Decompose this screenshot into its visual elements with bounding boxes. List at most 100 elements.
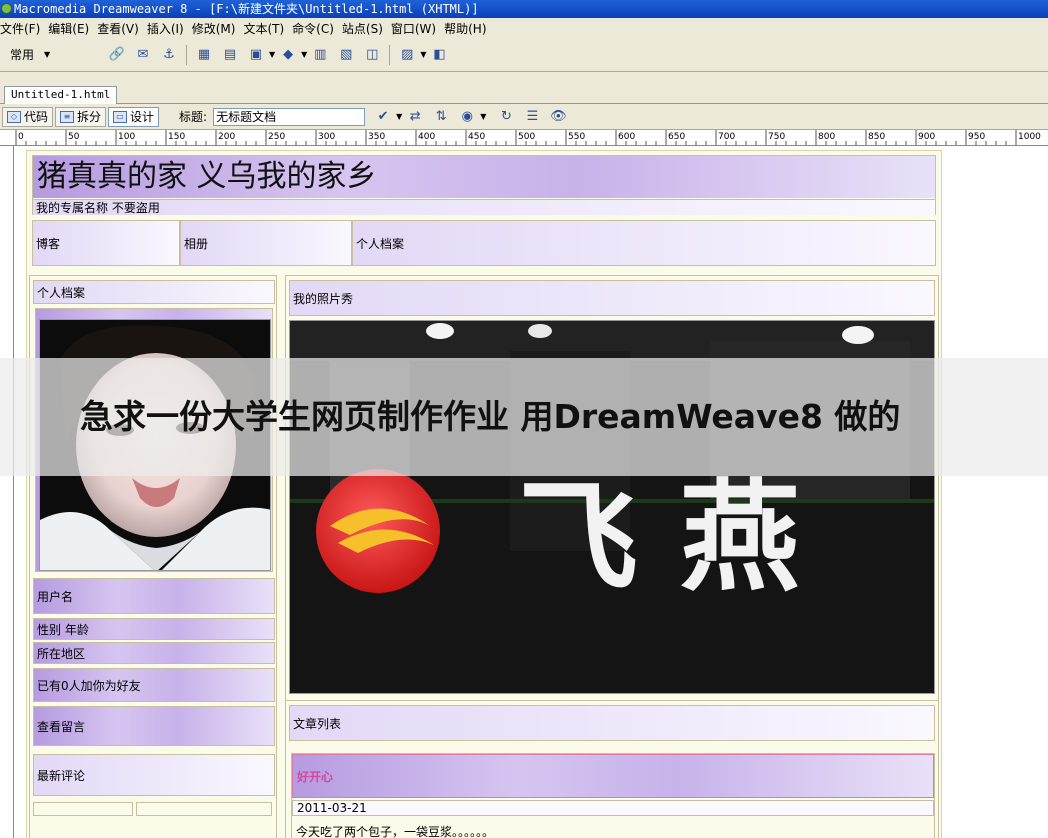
design-view-label: 设计	[130, 110, 155, 124]
chevron-down-icon[interactable]: ▼	[396, 112, 402, 121]
caption-overlay: 急求一份大学生网页制作作业 用DreamWeave8 做的	[0, 358, 1048, 476]
email-link-icon[interactable]: ✉	[133, 46, 153, 64]
tag-chooser-icon[interactable]: ▨	[397, 46, 417, 64]
insert-category-select[interactable]: 常用 ▼	[10, 46, 70, 63]
document-toolbar: ◇ 代码 ≡ 拆分 ▭ 设计 标题: ✔ ▼ ⇄ ⇅ ◉ ▼ ↻ ☰ 👁	[0, 104, 1048, 130]
comments-row: 最新评论	[33, 754, 275, 796]
validate-icon[interactable]: ✔	[373, 108, 393, 126]
article-body: 今天吃了两个包子，一袋豆浆。。。。。。	[296, 825, 495, 838]
menu-window[interactable]: 窗口(W)	[391, 20, 444, 37]
friends-row: 已有0人加你为好友	[33, 668, 275, 702]
ruler-label: 750	[768, 132, 785, 142]
template-icon[interactable]: ◫	[362, 46, 382, 64]
media-icon[interactable]: ◆	[278, 46, 298, 64]
insert-toolbar: 常用 ▼ 🔗 ✉ ⚓ ▦ ▤ ▣ ▼ ◆ ▼ ▥ ▧ ◫ ▨ ▼ ◧	[0, 38, 1048, 72]
table-icon[interactable]: ▦	[194, 46, 214, 64]
messages-row[interactable]: 查看留言	[33, 706, 275, 746]
layer-icon[interactable]: ▤	[220, 46, 240, 64]
nav-item-blog[interactable]: 博客	[32, 220, 180, 266]
upload-download-icon[interactable]: ⇅	[431, 108, 451, 126]
menu-commands[interactable]: 命令(C)	[292, 20, 342, 37]
named-anchor-icon[interactable]: ⚓	[159, 46, 179, 64]
ruler-label: 850	[868, 132, 885, 142]
file-management-icon[interactable]: ⇄	[405, 108, 425, 126]
toolbar-separator	[389, 44, 391, 65]
overlay-caption: 急求一份大学生网页制作作业 用DreamWeave8 做的	[80, 397, 901, 436]
toolbar-separator	[186, 44, 187, 65]
menu-help[interactable]: 帮助(H)	[444, 20, 494, 37]
article-list-header: 文章列表	[289, 705, 935, 741]
ruler-label: 0	[18, 132, 24, 142]
insert-category-label: 常用	[10, 48, 35, 62]
image-icon[interactable]: ▣	[246, 46, 266, 64]
document-tab-bar: Untitled-1.html	[0, 84, 1048, 104]
ruler-label: 700	[718, 132, 735, 142]
location-row: 所在地区	[33, 642, 275, 664]
refresh-icon[interactable]: ↻	[496, 108, 516, 126]
view-options-icon[interactable]: ☰	[522, 108, 542, 126]
photo-show-header: 我的照片秀	[289, 280, 935, 316]
comment-icon[interactable]: ▧	[336, 46, 356, 64]
article-title[interactable]: 好开心	[292, 754, 934, 798]
username-row: 用户名	[33, 578, 275, 614]
design-canvas[interactable]: 猪真真的家 义乌我的家乡 我的专属名称 不要盗用 博客 相册 个人档案 个人档案	[14, 146, 1048, 838]
article-title-label: 好开心	[297, 769, 334, 784]
document-tab[interactable]: Untitled-1.html	[4, 86, 118, 104]
split-view-button[interactable]: ≡ 拆分	[55, 106, 107, 127]
visual-aids-icon[interactable]: 👁	[548, 108, 568, 126]
ruler-label: 200	[218, 132, 235, 142]
chevron-down-icon[interactable]: ▼	[420, 50, 426, 59]
snippet-icon[interactable]: ◧	[429, 46, 449, 64]
menu-insert[interactable]: 插入(I)	[147, 20, 192, 37]
menu-text[interactable]: 文本(T)	[243, 20, 292, 37]
code-view-label: 代码	[24, 110, 49, 124]
code-view-icon: ◇	[7, 110, 21, 123]
header-banner: 猪真真的家 义乌我的家乡	[33, 156, 935, 198]
article-date: 2011-03-21	[292, 800, 934, 816]
ruler-label: 50	[68, 132, 80, 142]
gender-age-label: 性别 年龄	[37, 622, 89, 637]
menu-file[interactable]: 文件(F)	[0, 20, 48, 37]
menu-modify[interactable]: 修改(M)	[192, 20, 244, 37]
chevron-down-icon[interactable]: ▼	[269, 50, 275, 59]
window-title: Macromedia Dreamweaver 8 - [F:\新建文件夹\Unt…	[14, 2, 479, 16]
location-label: 所在地区	[37, 646, 86, 661]
messages-label: 查看留言	[37, 719, 86, 734]
ruler-label: 150	[168, 132, 185, 142]
ruler-label: 1000	[1018, 132, 1041, 142]
profile-header-label: 个人档案	[37, 285, 86, 300]
article-section: 文章列表 好开心 2011-03-21 今天吃了两个包子，一袋豆浆。。。。。。	[286, 700, 938, 838]
ruler-label: 800	[818, 132, 835, 142]
design-view-button[interactable]: ▭ 设计	[108, 106, 160, 127]
nav-row: 博客 相册 个人档案	[32, 220, 936, 266]
nav-item-profile[interactable]: 个人档案	[352, 220, 936, 266]
menu-view[interactable]: 查看(V)	[97, 20, 147, 37]
ruler-svg: 0 50 100 150 200 250 300 350 400 450 500 550 600 650 7…	[15, 130, 1041, 145]
ruler-label: 500	[518, 132, 535, 142]
split-view-label: 拆分	[77, 110, 102, 124]
comment-cell	[33, 802, 133, 816]
friends-label: 已有0人加你为好友	[37, 678, 141, 693]
nav-item-label: 个人档案	[356, 236, 405, 251]
date-icon[interactable]: ▥	[310, 46, 330, 64]
menu-site[interactable]: 站点(S)	[342, 20, 391, 37]
gender-age-row: 性别 年龄	[33, 618, 275, 640]
comments-label: 最新评论	[37, 768, 86, 783]
hyperlink-icon[interactable]: 🔗	[107, 46, 127, 64]
document-title-label: 标题:	[179, 110, 208, 124]
menu-edit[interactable]: 编辑(E)	[48, 20, 97, 37]
ruler-label: 250	[268, 132, 285, 142]
document-gap	[0, 72, 1048, 84]
chevron-down-icon[interactable]: ▼	[301, 50, 307, 59]
preview-browser-icon[interactable]: ◉	[457, 108, 477, 126]
page-layout-table: 猪真真的家 义乌我的家乡 我的专属名称 不要盗用 博客 相册 个人档案 个人档案	[26, 150, 942, 838]
dreamweaver-app-icon	[1, 3, 12, 14]
ruler-label: 600	[618, 132, 635, 142]
code-view-button[interactable]: ◇ 代码	[2, 106, 54, 127]
ruler-label: 350	[368, 132, 385, 142]
chevron-down-icon: ▼	[44, 50, 51, 59]
username-label: 用户名	[37, 589, 74, 604]
chevron-down-icon[interactable]: ▼	[480, 112, 486, 121]
document-title-input[interactable]	[213, 107, 366, 126]
nav-item-album[interactable]: 相册	[180, 220, 352, 266]
